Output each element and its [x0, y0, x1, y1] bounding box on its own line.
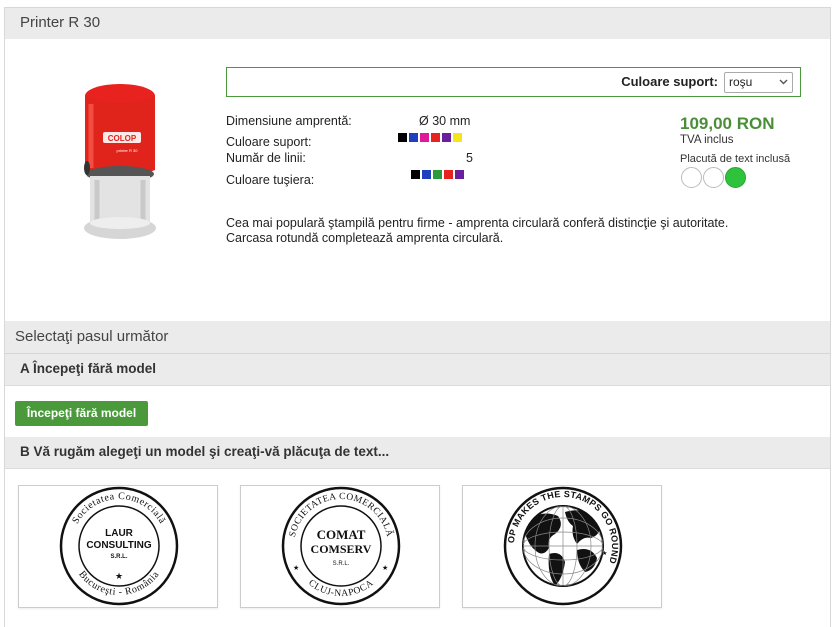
section-a-heading: A Începeţi fără model — [5, 354, 830, 386]
plate-included-note: Placută de text inclusă — [680, 153, 791, 165]
plate-options — [681, 167, 747, 188]
support-color-swatches — [398, 133, 462, 142]
spec-lines-value: 5 — [466, 151, 473, 165]
template-tile-2[interactable]: SOCIETATEA COMERCIALĂ CLUJ-NAPOCA COMAT … — [240, 485, 440, 608]
spec-lines-label: Număr de linii: — [226, 151, 306, 165]
support-color-swatch-3 — [420, 133, 429, 142]
description-line-2: Carcasa rotundă completează amprenta cir… — [226, 231, 504, 245]
stamp-preview-laur: Societatea Comercială Bucureşti - Români… — [59, 486, 179, 606]
next-step-title: Selectaţi pasul următor — [15, 328, 169, 345]
product-image: COLOP printer R 30 — [84, 84, 156, 239]
stamp-center-3: S.R.L. — [110, 554, 127, 560]
ink-color-swatch-4 — [444, 170, 453, 179]
svg-text:Societatea Comercială: Societatea Comercială — [70, 491, 167, 526]
page-title: Printer R 30 — [20, 14, 101, 31]
ink-color-swatch-2 — [422, 170, 431, 179]
ink-color-swatch-3 — [433, 170, 442, 179]
stamp-preview-colop-globe: COLOP MAKES THE STAMPS GO ROUND ★ — [503, 486, 623, 606]
section-b-heading: B Vă rugăm alegeţi un model şi creaţi-vă… — [5, 437, 830, 469]
support-color-swatch-2 — [409, 133, 418, 142]
next-step-heading: Selectaţi pasul următor — [5, 321, 830, 354]
ink-color-swatches — [411, 170, 464, 179]
template-tile-3[interactable]: COLOP MAKES THE STAMPS GO ROUND ★ — [462, 485, 662, 608]
stamp-center-1: LAUR — [105, 528, 134, 539]
stamp-center-3: S.R.L. — [333, 561, 350, 567]
stamp-ring-text: Societatea Comercială — [70, 491, 167, 526]
spec-dimension-label: Dimensiune amprentă: — [226, 114, 352, 128]
stamp-center-1: COMAT — [317, 527, 366, 542]
support-color-value: roşu — [729, 75, 753, 89]
ink-color-swatch-5 — [455, 170, 464, 179]
spec-dimension-value: Ø 30 mm — [419, 114, 471, 128]
ink-color-swatch-1 — [411, 170, 420, 179]
support-color-select[interactable]: roşu — [724, 72, 793, 93]
stamp-center-2: COMSERV — [311, 542, 372, 556]
support-color-label: Culoare suport: — [621, 74, 718, 89]
chevron-down-icon — [779, 79, 788, 85]
support-color-swatch-5 — [442, 133, 451, 142]
description-line-1: Cea mai populară ştampilă pentru firme -… — [226, 216, 729, 230]
product-description: Cea mai populară ştampilă pentru firme -… — [226, 216, 816, 246]
support-color-swatch-1 — [398, 133, 407, 142]
star-icon: ★ — [293, 564, 299, 572]
start-without-model-button[interactable]: Începeţi fără model — [15, 401, 148, 426]
star-icon: ★ — [602, 550, 607, 557]
support-color-box: Culoare suport: roşu — [226, 67, 801, 97]
plate-option-3[interactable] — [725, 167, 746, 188]
price: 109,00 RON — [680, 114, 775, 133]
spec-support-color-label: Culoare suport: — [226, 135, 312, 149]
template-tile-1[interactable]: Societatea Comercială Bucureşti - Români… — [18, 485, 218, 608]
title-bar: Printer R 30 — [5, 8, 830, 39]
spec-ink-color-label: Culoare tuşiera: — [226, 173, 315, 187]
section-b-title: B Vă rugăm alegeţi un model şi creaţi-vă… — [20, 444, 390, 459]
stamp-center-2: CONSULTING — [86, 540, 152, 551]
svg-text:CLUJ-NAPOCA: CLUJ-NAPOCA — [306, 578, 375, 599]
plate-option-1[interactable] — [681, 167, 702, 188]
star-icon: ★ — [115, 571, 123, 581]
stamp-preview-comat: SOCIETATEA COMERCIALĂ CLUJ-NAPOCA COMAT … — [281, 486, 401, 606]
plate-option-2[interactable] — [703, 167, 724, 188]
product-panel: Printer R 30 COLOP printer R 30 Culoare … — [4, 7, 831, 627]
star-icon: ★ — [382, 564, 388, 572]
support-color-swatch-6 — [453, 133, 462, 142]
tva-note: TVA inclus — [680, 134, 734, 146]
stamp-bottom-text: CLUJ-NAPOCA — [306, 578, 375, 599]
support-color-swatch-4 — [431, 133, 440, 142]
model-logo-text: printer R 30 — [117, 148, 139, 153]
section-a-title: A Începeţi fără model — [20, 361, 157, 376]
brand-logo-text: COLOP — [108, 134, 137, 143]
